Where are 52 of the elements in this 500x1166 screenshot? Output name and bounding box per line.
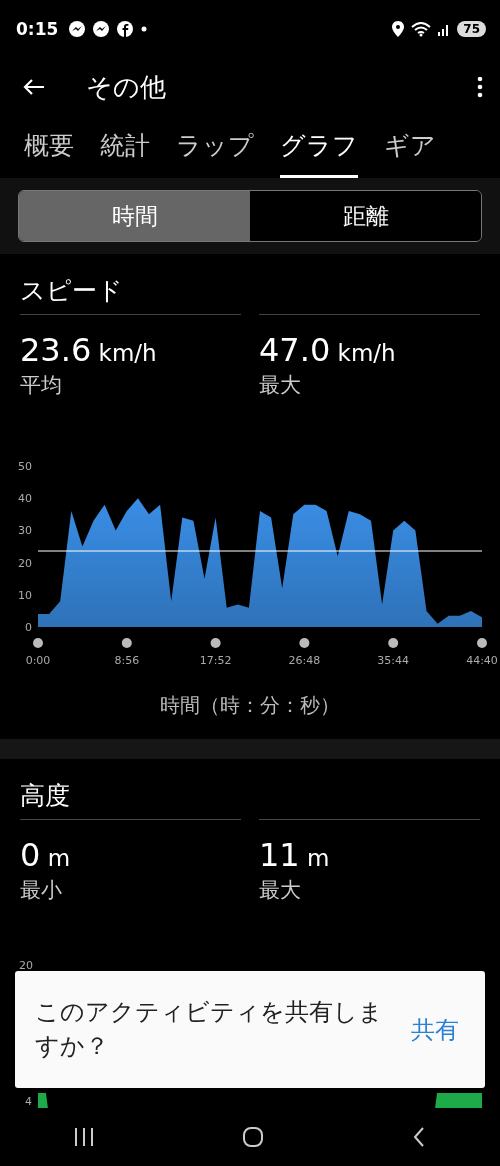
stat-value: 23.6 km/h — [20, 331, 158, 369]
tab[interactable]: ギア — [384, 116, 436, 178]
battery-indicator: 75 — [457, 21, 486, 37]
home-icon — [242, 1126, 264, 1148]
stat-label: 最大 — [259, 877, 302, 904]
stat-value: 11 m — [259, 836, 331, 874]
axis-tick-label: 44:40 — [466, 654, 498, 667]
tab[interactable]: ラップ — [176, 116, 254, 178]
axis-tick-label: 0:00 — [25, 654, 51, 667]
stat-value: 47.0 km/h — [259, 331, 397, 369]
tick-dot — [121, 638, 132, 648]
back-icon — [22, 77, 46, 97]
status-time: 0:15 — [16, 19, 59, 39]
recent-apps-icon — [73, 1127, 96, 1147]
dot-icon — [140, 25, 149, 33]
stat-value: 0 m — [20, 836, 72, 874]
messenger-icon — [92, 20, 111, 38]
stat-label: 最小 — [20, 877, 63, 904]
segment-button[interactable]: 距離 — [250, 191, 481, 241]
axis-tick-label: 0 — [25, 621, 32, 634]
axis-tick-label: 40 — [18, 492, 32, 506]
axis-tick-label: 26:48 — [288, 654, 321, 667]
snackbar-message: このアクティビティを共有しますか？ — [35, 996, 384, 1062]
axis-tick-label: 4 — [25, 1095, 32, 1108]
axis-tick-label: 35:44 — [377, 654, 410, 667]
axis-tick-label: 8:56 — [114, 654, 140, 667]
wifi-icon — [411, 21, 432, 37]
axis-tick-label: 30 — [18, 524, 32, 538]
axis-tick-label: 20 — [18, 556, 32, 570]
segment-button[interactable]: 時間 — [19, 191, 250, 241]
axis-title: 時間（時：分：秒） — [159, 692, 341, 719]
section-title: 高度 — [20, 780, 71, 812]
axis-tick-label: 17:52 — [199, 654, 232, 667]
tick-dot — [299, 638, 310, 648]
messenger-icon — [68, 20, 87, 38]
facebook-icon — [116, 20, 135, 38]
more-icon — [476, 75, 484, 99]
share-button[interactable]: 共有 — [405, 1012, 465, 1047]
stat-label: 平均 — [20, 372, 63, 399]
section-title: スピード — [20, 275, 124, 307]
axis-tick-label: 10 — [18, 588, 32, 602]
tick-dot — [33, 638, 43, 648]
stat-label: 最大 — [259, 372, 302, 399]
tab[interactable]: 概要 — [24, 116, 74, 178]
tick-dot — [477, 638, 487, 648]
tick-dot — [388, 638, 399, 648]
tab[interactable]: 統計 — [100, 116, 150, 178]
tick-dot — [210, 638, 221, 648]
location-icon — [391, 20, 406, 38]
screen-title: その他 — [86, 70, 167, 104]
axis-tick-label: 20 — [19, 959, 33, 972]
axis-tick-label: 50 — [18, 460, 32, 473]
